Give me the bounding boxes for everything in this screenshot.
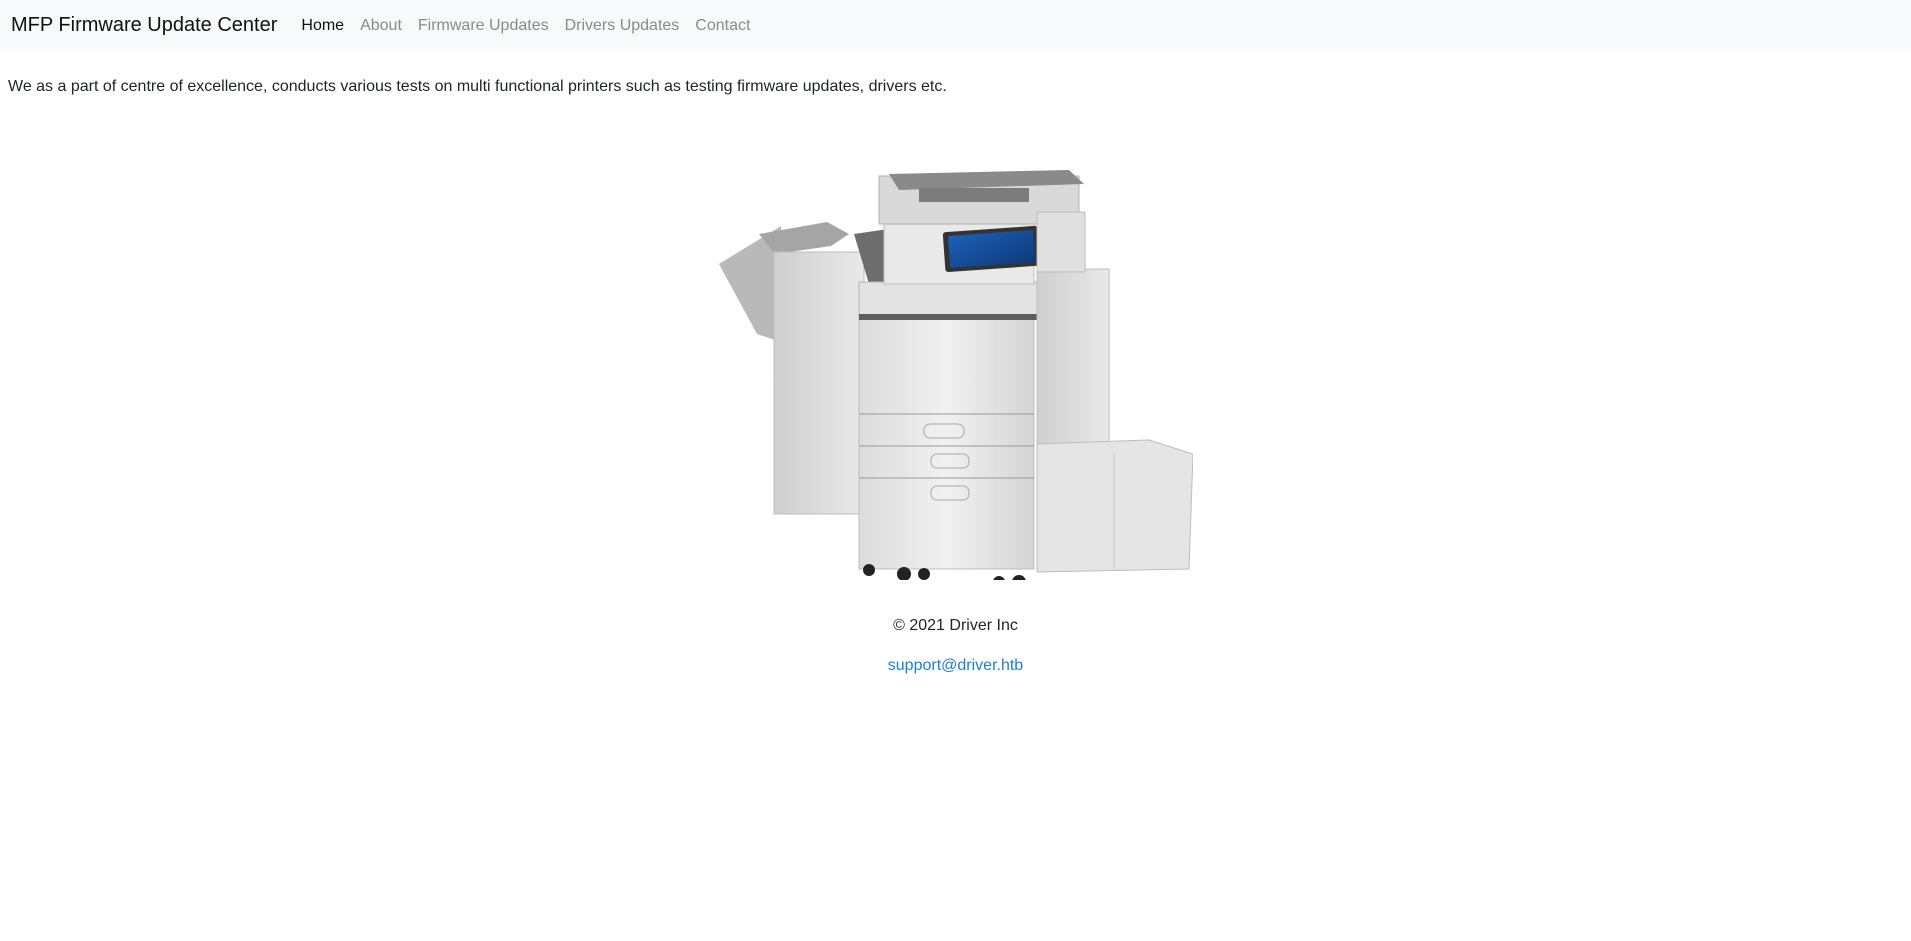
nav-contact-link[interactable]: Contact xyxy=(695,17,750,35)
brand-link[interactable]: MFP Firmware Update Center xyxy=(11,14,277,37)
nav-firmware-updates-link[interactable]: Firmware Updates xyxy=(418,17,549,35)
copyright-text: © 2021 Driver Inc xyxy=(893,617,1018,634)
nav-home-link[interactable]: Home xyxy=(301,17,344,35)
support-email-link[interactable]: support@driver.htb xyxy=(888,657,1023,674)
intro-text: We as a part of centre of excellence, co… xyxy=(8,78,947,95)
nav-about-link[interactable]: About xyxy=(360,17,402,35)
nav-drivers-updates-link[interactable]: Drivers Updates xyxy=(565,17,680,35)
printer-image xyxy=(719,170,1193,580)
support-email-container: support@driver.htb xyxy=(0,657,1911,675)
nav-links: Home About Firmware Updates Drivers Upda… xyxy=(301,17,766,35)
navbar: MFP Firmware Update Center Home About Fi… xyxy=(0,0,1911,51)
